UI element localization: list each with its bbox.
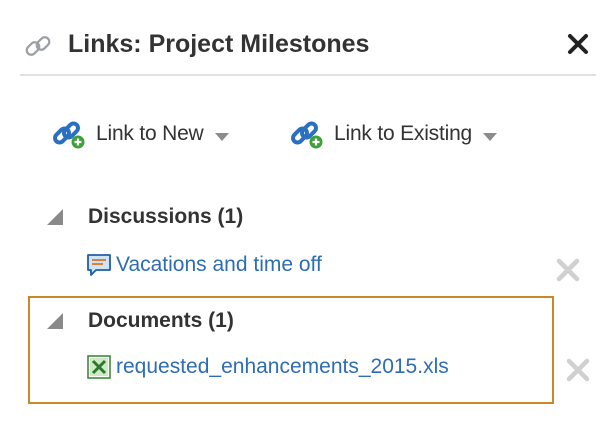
add-link-icon — [290, 118, 326, 150]
list-item-discussion[interactable]: Vacations and time off — [86, 250, 322, 280]
links-panel: Links: Project Milestones Link to New Li… — [0, 0, 608, 422]
add-link-icon — [52, 118, 88, 150]
excel-file-icon — [86, 354, 112, 380]
documents-section-header: Documents (1) — [46, 306, 234, 336]
close-icon[interactable] — [560, 26, 596, 62]
disclosure-triangle-icon[interactable] — [46, 208, 64, 226]
discussions-section-header: Discussions (1) — [46, 202, 243, 232]
chevron-down-icon — [482, 129, 498, 141]
remove-icon[interactable] — [554, 256, 582, 284]
document-link[interactable]: requested_enhancements_2015.xls — [116, 355, 449, 379]
chevron-down-icon — [214, 129, 230, 141]
link-icon — [22, 30, 54, 62]
link-to-new-label: Link to New — [96, 122, 204, 145]
link-to-new-button[interactable]: Link to New — [52, 114, 230, 154]
remove-icon[interactable] — [564, 356, 592, 384]
discussion-link[interactable]: Vacations and time off — [116, 253, 322, 277]
link-to-existing-button[interactable]: Link to Existing — [290, 114, 498, 154]
documents-section-title: Documents (1) — [88, 309, 234, 332]
panel-header: Links: Project Milestones — [20, 18, 596, 76]
link-to-existing-label: Link to Existing — [334, 122, 473, 145]
disclosure-triangle-icon[interactable] — [46, 312, 64, 330]
discussion-icon — [86, 252, 112, 278]
list-item-document[interactable]: requested_enhancements_2015.xls — [86, 352, 449, 382]
panel-title: Links: Project Milestones — [68, 30, 370, 58]
discussions-section-title: Discussions (1) — [88, 205, 244, 228]
